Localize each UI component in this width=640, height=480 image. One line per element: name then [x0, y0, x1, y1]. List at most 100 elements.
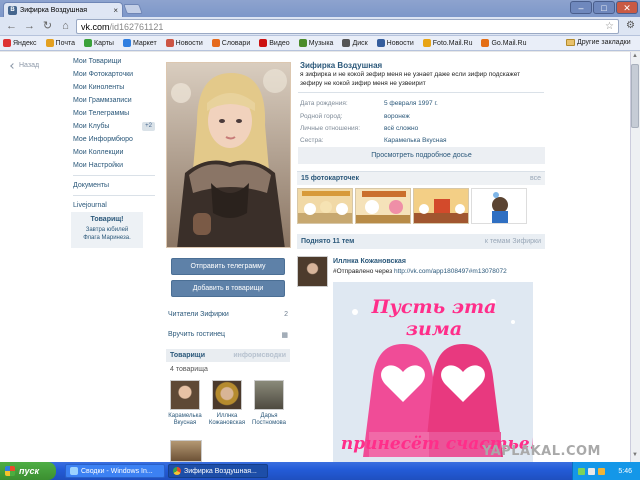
wall-topics-link[interactable]: к темам Зифирки [485, 238, 541, 245]
bookmark-item[interactable]: Go.Mail.Ru [481, 39, 526, 47]
friend-avatar [170, 380, 200, 410]
sidebar-item-documents[interactable]: Документы [73, 179, 155, 192]
bookmark-item[interactable]: Словари [211, 39, 250, 47]
info-key: Личные отношения: [300, 125, 360, 132]
close-window-button[interactable]: ✕ [616, 1, 638, 14]
tray-icon[interactable] [588, 467, 595, 475]
browser-tab[interactable]: В Зифирка Воздушная × [3, 2, 123, 17]
info-value[interactable]: всё сложно [384, 125, 418, 132]
post-text: #Отправлено через http://vk.com/app18084… [333, 268, 507, 275]
bookmark-item[interactable]: Яндекс [3, 39, 37, 47]
bookmark-item[interactable]: Маркет [122, 39, 157, 47]
wrench-icon[interactable]: ⚙ [623, 19, 638, 34]
minimize-button[interactable]: – [570, 1, 592, 14]
promo-title: Товарищ! [90, 216, 124, 223]
sidebar-item-livejournal[interactable]: Livejournal [73, 199, 155, 212]
new-tab-button[interactable] [123, 4, 143, 14]
sidebar-item[interactable]: Мои Фотокарточки [73, 68, 155, 81]
back-link[interactable]: Назад [10, 62, 39, 69]
friend-avatar [212, 380, 242, 410]
bookmark-item[interactable]: Музыка [298, 39, 334, 47]
bookmark-item[interactable]: Карты [84, 39, 114, 47]
profile-photo[interactable] [166, 62, 291, 248]
scroll-thumb[interactable] [631, 64, 639, 128]
info-key: Дата рождения: [300, 100, 348, 107]
wall-header[interactable]: Поднято 11 тем к темам Зифирки [297, 234, 545, 249]
post-link[interactable]: http://vk.com/app1808497#m13078072 [394, 268, 507, 275]
sidebar-item[interactable]: Мои Настройки [73, 159, 155, 172]
url-host: vk.com [81, 21, 110, 32]
photo-thumbnail[interactable] [297, 188, 353, 224]
bookmark-star-icon[interactable]: ☆ [605, 21, 614, 32]
post-image[interactable]: Пусть эта зима принесёт счастье! [333, 282, 533, 462]
tray-icon[interactable] [598, 467, 605, 475]
reload-icon[interactable]: ↻ [40, 19, 55, 34]
post-author-avatar[interactable] [297, 256, 328, 287]
friend-card[interactable]: Карамелька Вкусная [165, 380, 205, 427]
sidebar-item[interactable]: Мое Информбюро [73, 133, 155, 146]
maximize-button[interactable]: □ [593, 1, 615, 14]
sidebar-item[interactable]: Мои Граммзаписи [73, 94, 155, 107]
thumbnail-image [356, 189, 410, 223]
bookmark-label: Новости [386, 39, 414, 47]
sidebar-item[interactable]: Мои Киноленты [73, 81, 155, 94]
friends-updates-link[interactable]: информсводки [233, 352, 286, 359]
profile-status[interactable]: я зифирка и не кокой зефир меня не узнае… [298, 71, 544, 93]
bookmark-label: Диск [352, 39, 368, 47]
photo-thumbnail[interactable] [471, 188, 527, 224]
tab-close-icon[interactable]: × [113, 6, 118, 15]
menu-divider [73, 195, 155, 196]
info-row-birthday: Дата рождения: 5 февраля 1997 г. [300, 100, 545, 112]
scroll-up-icon[interactable]: ▲ [631, 53, 639, 62]
friend-avatar[interactable] [170, 440, 202, 462]
add-friend-button[interactable]: Добавить в товарищи [171, 280, 285, 297]
sidebar-item[interactable]: Мои Клубы +2 [73, 120, 155, 133]
taskbar-item-windows-sidebar[interactable]: Сводки - Windows In... [65, 464, 165, 478]
bookmark-item[interactable]: Новости [376, 39, 414, 47]
bookmark-item[interactable]: Foto.Mail.Ru [422, 39, 472, 47]
photo-thumbnail[interactable] [413, 188, 469, 224]
bookmark-item[interactable]: Видео [259, 39, 290, 47]
info-value[interactable]: Карамелька Вкусная [384, 137, 447, 144]
info-value[interactable]: 5 февраля 1997 г. [384, 100, 438, 107]
back-arrow-icon[interactable]: ← [4, 19, 19, 34]
address-bar[interactable]: vk.com/id162761121 ☆ [76, 19, 619, 34]
bookmark-item[interactable]: Новости [165, 39, 203, 47]
info-value[interactable]: воронеж [384, 113, 410, 120]
wall-title: Поднято 11 тем [301, 238, 355, 245]
bookmark-label: Яндекс [13, 39, 37, 47]
photos-header[interactable]: 15 фотокарточек все [297, 171, 545, 185]
menu-divider [73, 175, 155, 176]
photos-all-link[interactable]: все [530, 175, 541, 182]
full-info-button[interactable]: Просмотреть подробное досье [298, 147, 545, 164]
promo-box[interactable]: Товарищ! Завтра юбилей Флага Маринеза. [71, 212, 143, 248]
bookmark-label: Go.Mail.Ru [491, 39, 527, 47]
clock[interactable]: 5:46 [618, 468, 632, 475]
taskbar-item-browser[interactable]: Зифирка Воздушная... [168, 464, 268, 478]
start-button[interactable]: пуск [0, 462, 56, 480]
sidebar-item-count: +2 [142, 122, 155, 131]
friend-card[interactable]: Дарья Постномова [249, 380, 289, 427]
sidebar-item[interactable]: Мои Телеграммы [73, 107, 155, 120]
bookmark-label: Музыка [308, 39, 334, 47]
friends-header[interactable]: Товарищи информсводки [166, 349, 290, 362]
home-icon[interactable]: ⌂ [58, 19, 73, 34]
scroll-down-icon[interactable]: ▼ [631, 452, 639, 461]
followers-link[interactable]: Читатели Зифирки 2 [168, 311, 288, 323]
forward-arrow-icon[interactable]: → [22, 19, 37, 34]
sidebar-item-label: Мои Товарищи [73, 58, 122, 65]
friend-card[interactable]: Иллнка Кожановская [207, 380, 247, 427]
bookmark-item[interactable]: Диск [342, 39, 368, 47]
photo-thumbnail[interactable] [355, 188, 411, 224]
friend-last-name: Кожановская [208, 420, 246, 426]
tray-icon[interactable] [578, 467, 585, 475]
bookmark-icon [481, 39, 490, 47]
send-telegram-button[interactable]: Отправить телеграмму [171, 258, 285, 275]
post-author-name[interactable]: Иллнка Кожановская [333, 258, 406, 265]
sidebar-item[interactable]: Мои Коллекции [73, 146, 155, 159]
bookmark-item[interactable]: Почта [45, 39, 75, 47]
info-key: Сестра: [300, 137, 324, 144]
sidebar-item[interactable]: Мои Товарищи [73, 55, 155, 68]
other-bookmarks[interactable]: Другие закладки [566, 39, 636, 46]
send-gift-link[interactable]: Вручить гостинец ▦ [168, 331, 288, 343]
